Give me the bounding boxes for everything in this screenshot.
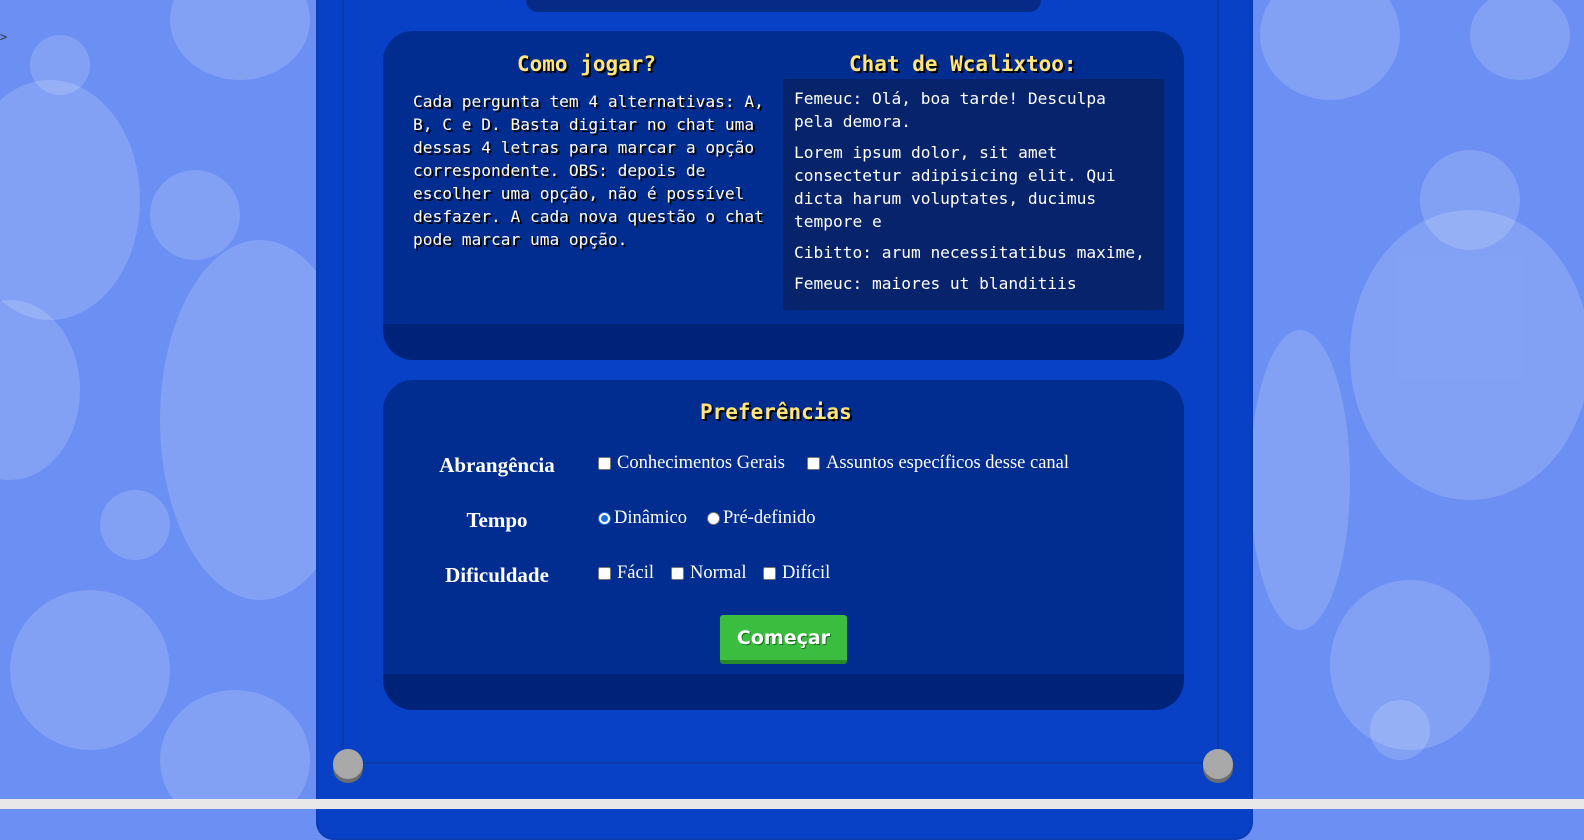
checkbox[interactable] xyxy=(598,567,611,580)
preferences-panel: Preferências Abrangência Conhecimentos G… xyxy=(383,380,1184,710)
start-button[interactable]: Começar xyxy=(720,615,847,664)
chat-title: Chat de Wcalixtoo: xyxy=(849,52,1077,76)
how-to-play-panel: Como jogar? Cada pergunta tem 4 alternat… xyxy=(383,31,1184,360)
option-predefined[interactable]: Pré-definido xyxy=(707,508,815,529)
top-panel-edge xyxy=(526,0,1041,12)
chat-message: Cibitto: arum necessitatibus maxime, xyxy=(794,243,1145,262)
checkbox[interactable] xyxy=(671,567,684,580)
horizontal-scrollbar[interactable] xyxy=(0,799,1584,809)
option-dynamic[interactable]: Dinâmico xyxy=(598,508,687,529)
time-label: Tempo xyxy=(466,508,528,532)
difficulty-row: Dificuldade Fácil Normal Difícil xyxy=(383,563,1184,593)
panel-base xyxy=(383,324,1184,360)
option-normal[interactable]: Normal xyxy=(671,563,747,584)
how-to-play-text: Cada pergunta tem 4 alternativas: A, B, … xyxy=(413,92,764,249)
preferences-title: Preferências xyxy=(700,400,852,424)
chat-message: Lorem ipsum dolor, sit amet consectetur … xyxy=(794,143,1116,231)
scope-label: Abrangência xyxy=(439,453,555,477)
radio-button[interactable] xyxy=(598,512,611,525)
option-general-knowledge[interactable]: Conhecimentos Gerais xyxy=(598,453,785,474)
checkbox[interactable] xyxy=(763,567,776,580)
difficulty-label: Dificuldade xyxy=(445,563,549,587)
option-hard[interactable]: Difícil xyxy=(763,563,830,584)
radio-button[interactable] xyxy=(707,512,720,525)
left-knob xyxy=(333,749,363,779)
chat-message: Femeuc: Olá, boa tarde! Desculpa pela de… xyxy=(794,89,1106,131)
checkbox[interactable] xyxy=(598,457,611,470)
chat-log[interactable]: Femeuc: Olá, boa tarde! Desculpa pela de… xyxy=(783,79,1164,310)
option-easy[interactable]: Fácil xyxy=(598,563,654,584)
right-knob xyxy=(1203,749,1233,779)
checkbox[interactable] xyxy=(807,457,820,470)
panel-base xyxy=(383,674,1184,710)
chat-message: Femeuc: maiores ut blanditiis xyxy=(794,274,1077,293)
how-to-play-title: Como jogar? xyxy=(517,52,657,76)
scope-row: Abrangência Conhecimentos Gerais Assunto… xyxy=(383,453,1184,483)
time-row: Tempo Dinâmico Pré-definido xyxy=(383,508,1184,538)
stray-text: > xyxy=(0,30,8,44)
option-channel-topics[interactable]: Assuntos específicos desse canal xyxy=(807,453,1069,474)
